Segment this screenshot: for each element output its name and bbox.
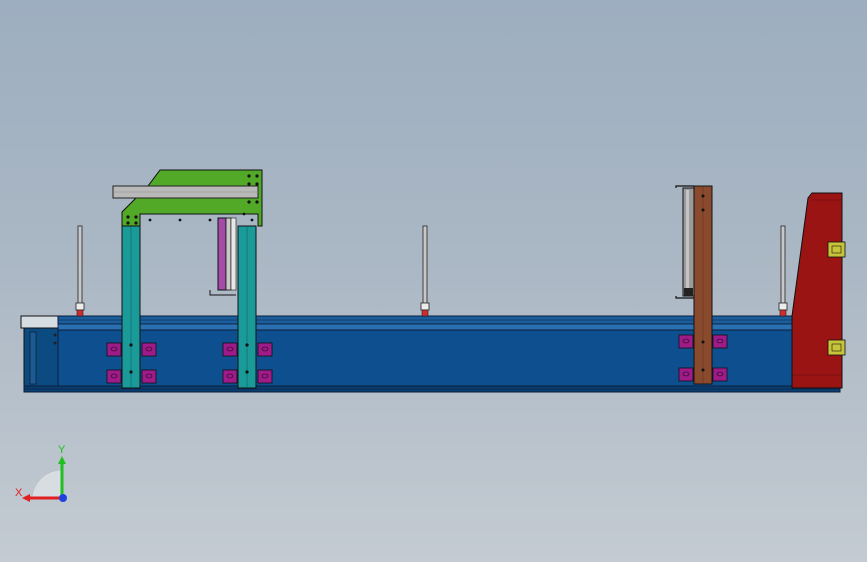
middle-column: [237, 225, 257, 389]
cad-viewport[interactable]: [0, 0, 867, 562]
horizontal-guide-bar: [112, 185, 259, 199]
left-column: [121, 225, 141, 389]
housing-bracket-bottom: [827, 339, 846, 356]
z-axis-dot: [59, 494, 67, 502]
axis-triad: Y X: [15, 444, 67, 502]
x-axis-label: X: [15, 487, 23, 499]
vertical-cylinder-left: [209, 217, 237, 296]
y-axis-label: Y: [58, 444, 66, 456]
vertical-cylinder-right: [675, 185, 695, 299]
brown-vertical-post: [693, 185, 713, 385]
guide-pin-2: [420, 225, 430, 317]
x-axis-arrowhead: [22, 494, 30, 502]
left-end-cap: [20, 315, 60, 389]
axis-plane-shading: [31, 469, 63, 499]
machine-assembly: [20, 169, 846, 393]
housing-bracket-top: [827, 241, 846, 258]
guide-pin-1: [75, 225, 85, 317]
guide-pin-3: [778, 225, 788, 317]
red-end-housing: [791, 192, 843, 389]
y-axis-arrowhead: [58, 456, 66, 464]
